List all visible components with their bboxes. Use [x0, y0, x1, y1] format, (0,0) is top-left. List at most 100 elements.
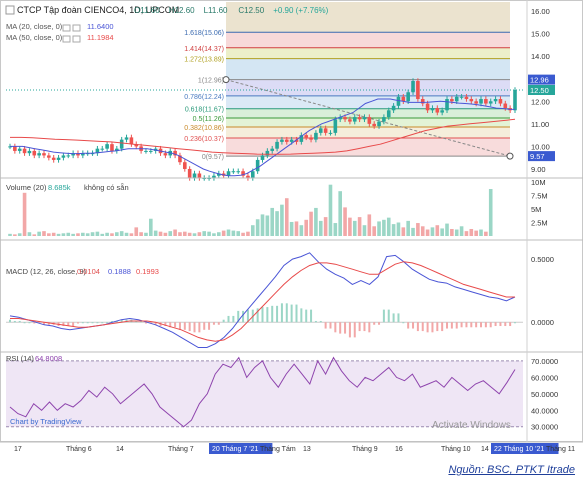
- x-tick: 17: [14, 446, 22, 453]
- candle: [110, 144, 114, 151]
- volume-bar: [289, 221, 294, 236]
- volume-bar: [153, 230, 158, 236]
- trading-chart[interactable]: 1(12.96) 0.786(12.24) 0.618(11.67) 0.5(11.2…: [0, 0, 583, 482]
- candle: [430, 108, 435, 111]
- macd-histogram-bar: [407, 322, 410, 329]
- x-tick: Tháng 11: [546, 446, 575, 453]
- macd-histogram-bar: [212, 322, 215, 325]
- macd-histogram-bar: [319, 320, 322, 323]
- price-tick: 16.00: [531, 7, 550, 16]
- candle: [17, 148, 22, 151]
- candle: [488, 101, 493, 104]
- candle: [425, 103, 430, 111]
- macd-histogram-bar: [373, 322, 376, 325]
- x-tick: Tháng 6: [66, 446, 92, 453]
- candle: [100, 148, 105, 150]
- candle: [280, 139, 284, 142]
- volume-bar: [163, 232, 168, 236]
- macd-histogram-bar: [314, 320, 317, 323]
- macd-histogram-bar: [324, 322, 327, 329]
- price-tick: 11.00: [531, 120, 549, 129]
- macd-histogram-bar: [514, 322, 516, 324]
- macd-histogram-bar: [18, 320, 21, 323]
- macd-histogram-bar: [421, 322, 424, 332]
- macd-histogram-bar: [305, 309, 308, 323]
- candle: [396, 96, 401, 106]
- volume-bar: [115, 232, 119, 236]
- volume-bar: [260, 214, 265, 236]
- candle: [352, 117, 357, 122]
- x-tick: Tháng 7: [168, 446, 194, 453]
- macd-histogram-bar: [101, 322, 104, 324]
- volume-bar: [61, 233, 66, 236]
- volume-bar: [207, 231, 211, 236]
- ma50-legend: MA (50, close, 0): [6, 33, 63, 42]
- macd-histogram-bar: [368, 322, 371, 333]
- fib-label: 1.618(15.06): [184, 30, 224, 37]
- fib-label: 1.272(13.89): [184, 57, 224, 64]
- volume-bar: [367, 214, 372, 236]
- volume-bar: [241, 232, 245, 236]
- volume-bar: [17, 233, 22, 236]
- candle: [27, 150, 32, 154]
- volume-bar: [71, 233, 75, 236]
- macd-histogram-bar: [242, 310, 245, 323]
- volume-bar: [318, 220, 323, 236]
- macd-histogram-bar: [295, 304, 298, 323]
- macd-histogram-bar: [509, 322, 512, 327]
- volume-bar: [250, 225, 255, 236]
- macd-histogram-bar: [271, 305, 274, 323]
- macd-histogram-bar: [227, 315, 230, 323]
- candle: [284, 139, 289, 142]
- volume-bar: [255, 219, 260, 236]
- volume-bar: [411, 227, 415, 236]
- x-tick: 22 Tháng 10 '21: [494, 446, 544, 453]
- candle: [47, 155, 51, 158]
- candle: [197, 173, 202, 178]
- candle: [260, 155, 265, 160]
- macd-histogram-bar: [23, 322, 26, 324]
- volume-bar: [488, 189, 493, 236]
- candle: [411, 80, 415, 93]
- macd-histogram-bar: [174, 322, 177, 328]
- volume-bar: [226, 229, 231, 236]
- candle: [250, 171, 255, 178]
- volume-bar: [445, 223, 449, 236]
- x-tick: 20 Tháng 7 '21: [212, 446, 258, 453]
- volume-bar: [299, 225, 304, 236]
- candle: [474, 101, 478, 104]
- volume-bar: [474, 230, 478, 236]
- price-tick: 15.00: [531, 30, 550, 39]
- candle: [372, 123, 376, 127]
- rsi-tick: 40.0000: [531, 406, 558, 415]
- macd-histogram-bar: [378, 322, 381, 325]
- macd-histogram-bar: [499, 322, 502, 327]
- x-tick: 14: [116, 446, 124, 453]
- volume-bar: [51, 232, 56, 236]
- volume-bar: [425, 229, 430, 236]
- volume-bar: [338, 191, 342, 236]
- volume-bar: [56, 233, 61, 236]
- candle: [464, 96, 469, 100]
- watermark: Chart by TradingView: [10, 417, 82, 426]
- volume-bar: [173, 229, 177, 236]
- candle: [479, 99, 483, 104]
- macd-histogram-bar: [504, 322, 507, 327]
- macd-histogram-bar: [426, 322, 429, 333]
- macd-histogram-bar: [91, 322, 94, 324]
- macd-histogram-bar: [436, 322, 439, 332]
- rsi-value: 64.8008: [35, 354, 62, 363]
- candle: [119, 139, 124, 149]
- macd-histogram-bar: [280, 303, 283, 323]
- volume-bar: [76, 233, 80, 236]
- volume-bar: [231, 230, 236, 236]
- volume-bar: [90, 232, 95, 236]
- fib-label: 0.382(10.86): [184, 125, 224, 132]
- macd-value-signal: 0.1993: [136, 267, 159, 276]
- macd-histogram-bar: [363, 322, 366, 332]
- macd-histogram-bar: [232, 315, 235, 323]
- ma20-value: 11.6400: [87, 22, 114, 31]
- candle: [309, 137, 313, 140]
- candle: [323, 128, 328, 133]
- volume-bar: [464, 231, 469, 236]
